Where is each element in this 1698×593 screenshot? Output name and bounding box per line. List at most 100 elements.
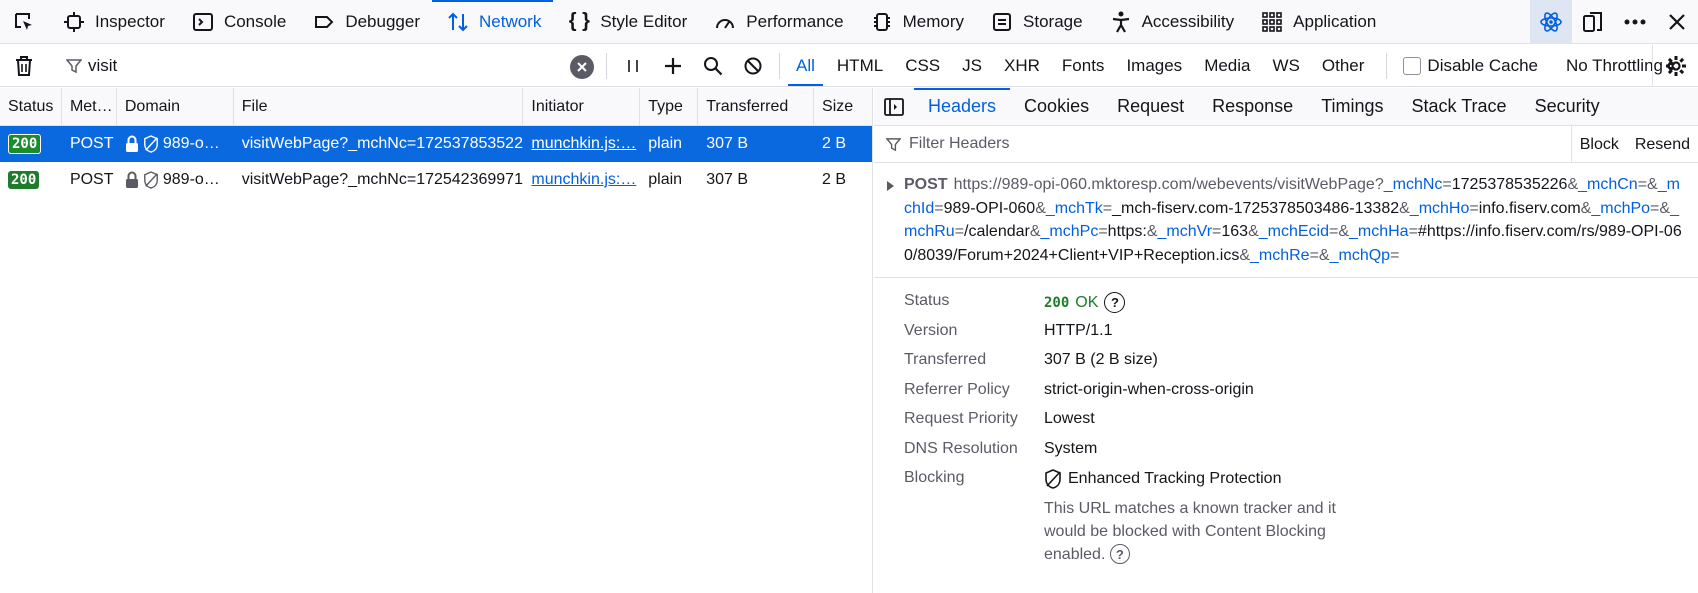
type-filter-ws[interactable]: WS	[1263, 52, 1310, 80]
more-options-button[interactable]	[1614, 0, 1656, 44]
param-value: info.fiserv.com	[1478, 199, 1581, 217]
url-filter-value: visit	[88, 55, 118, 75]
tab-network[interactable]: Network	[431, 0, 554, 44]
param-separator: &	[1659, 199, 1671, 217]
memory-icon	[870, 10, 894, 34]
tab-performance[interactable]: Performance	[699, 0, 855, 44]
tab-request[interactable]: Request	[1103, 88, 1198, 126]
tab-timings[interactable]: Timings	[1307, 88, 1397, 126]
param-key: _mchQp	[1329, 246, 1391, 264]
table-row[interactable]: 200 POST 989-o… visitWebPage?_mchNc=1725423…	[0, 162, 872, 198]
tab-application[interactable]: Application	[1246, 0, 1388, 44]
priority-value: Lowest	[1044, 410, 1095, 427]
column-header-transferred[interactable]: Transferred	[698, 88, 815, 126]
tab-label: Inspector	[95, 11, 165, 31]
type-filter-media[interactable]: Media	[1194, 52, 1260, 80]
resend-button[interactable]: Resend	[1627, 126, 1698, 163]
table-row[interactable]: 200 POST 989-o… visitWebPage?_mchNc=1725378…	[0, 126, 872, 162]
clear-requests-button[interactable]	[0, 45, 48, 87]
tab-console[interactable]: Console	[177, 0, 298, 44]
disable-cache-toggle[interactable]: Disable Cache	[1393, 56, 1548, 76]
tab-memory[interactable]: Memory	[856, 0, 976, 44]
cell-status: 200	[0, 162, 62, 198]
column-header-file[interactable]: File	[234, 88, 524, 126]
column-header-size[interactable]: Size	[814, 88, 872, 126]
param-equals: =	[1212, 223, 1222, 240]
storage-icon	[990, 10, 1014, 34]
param-separator: &	[1318, 246, 1330, 264]
url-filter-input[interactable]: visit	[48, 45, 594, 87]
type-filter-xhr[interactable]: XHR	[994, 52, 1050, 80]
type-filter-fonts[interactable]: Fonts	[1052, 52, 1115, 80]
devtools-toolbox: Inspector Console Debugger Network { } S…	[0, 0, 1698, 44]
clear-filter-button[interactable]	[570, 54, 594, 79]
element-picker-button[interactable]	[0, 0, 48, 44]
tracker-shield-icon	[143, 135, 159, 153]
atom-button[interactable]	[1530, 0, 1572, 44]
search-button[interactable]	[693, 45, 733, 87]
column-header-method[interactable]: Met…	[62, 88, 117, 126]
help-icon[interactable]: ?	[1104, 292, 1126, 313]
initiator-link[interactable]: munchkin.js:…	[531, 135, 636, 153]
column-header-initiator[interactable]: Initiator	[523, 88, 641, 126]
network-settings-button[interactable]	[1652, 45, 1698, 87]
trash-icon	[16, 55, 32, 76]
column-label: Transferred	[706, 98, 789, 115]
help-icon[interactable]: ?	[1109, 544, 1130, 565]
blocking-text: Enhanced Tracking Protection	[1068, 470, 1282, 487]
console-icon	[191, 10, 215, 34]
status-badge: 200	[8, 134, 42, 154]
cell-initiator: munchkin.js:…	[523, 162, 640, 198]
atom-icon	[1540, 12, 1562, 32]
column-label: Status	[8, 98, 54, 115]
param-equals: =	[954, 223, 965, 240]
add-request-button[interactable]	[653, 45, 693, 87]
expand-triangle-icon[interactable]	[887, 181, 894, 191]
tab-style-editor[interactable]: { } Style Editor	[553, 0, 699, 44]
param-equals: =	[1098, 223, 1108, 240]
tab-accessibility[interactable]: Accessibility	[1095, 0, 1247, 44]
type-filter-group: All HTML CSS JS XHR Fonts Images Media WS Other	[786, 45, 1374, 87]
pause-button[interactable]	[613, 45, 653, 87]
block-button[interactable]: Block	[1570, 126, 1627, 163]
cell-status: 200	[0, 126, 62, 162]
param-value: 989-OPI-060	[943, 199, 1036, 217]
request-url-summary[interactable]: POST https://989-opi-060.mktoresp.com/web…	[874, 163, 1698, 278]
close-devtools-button[interactable]	[1656, 0, 1698, 44]
cell-size: 2 B	[822, 135, 847, 152]
toggle-sidebar-button[interactable]	[874, 88, 914, 126]
tracking-shield-icon	[1045, 469, 1061, 489]
cell-transferred: 307 B	[706, 135, 748, 152]
type-filter-other[interactable]: Other	[1312, 52, 1375, 80]
column-header-type[interactable]: Type	[640, 88, 699, 126]
type-filter-js[interactable]: JS	[952, 52, 992, 80]
block-requests-button[interactable]	[733, 45, 773, 87]
column-header-status[interactable]: Status	[0, 88, 62, 126]
param-separator: &	[1567, 176, 1579, 193]
column-header-domain[interactable]: Domain	[117, 88, 234, 126]
transferred-label: Transferred	[904, 351, 987, 368]
tab-headers[interactable]: Headers	[914, 87, 1011, 126]
domain-text: 989-o…	[162, 171, 220, 188]
responsive-design-button[interactable]	[1572, 0, 1614, 44]
param-key: _mchPc	[1040, 223, 1099, 240]
initiator-link[interactable]: munchkin.js:…	[531, 171, 636, 189]
tab-cookies[interactable]: Cookies	[1010, 88, 1103, 126]
tab-response[interactable]: Response	[1198, 88, 1307, 126]
disable-cache-checkbox[interactable]	[1403, 56, 1422, 75]
request-method: POST	[904, 176, 948, 193]
type-filter-css[interactable]: CSS	[895, 52, 950, 80]
headers-filter-input[interactable]: Filter Headers	[909, 135, 1009, 153]
tab-debugger[interactable]: Debugger	[298, 0, 432, 44]
type-filter-html[interactable]: HTML	[827, 52, 893, 80]
tab-security[interactable]: Security	[1521, 88, 1614, 126]
type-filter-all[interactable]: All	[786, 52, 825, 86]
cell-file: visitWebPage?_mchNc=172537853522(	[241, 135, 524, 152]
type-filter-images[interactable]: Images	[1116, 52, 1192, 80]
param-equals: =	[1328, 223, 1339, 240]
tab-stack-trace[interactable]: Stack Trace	[1398, 88, 1521, 126]
tab-storage[interactable]: Storage	[976, 0, 1095, 44]
tab-inspector[interactable]: Inspector	[48, 0, 177, 44]
divider	[1386, 52, 1388, 79]
param-value: /calendar	[964, 223, 1030, 240]
